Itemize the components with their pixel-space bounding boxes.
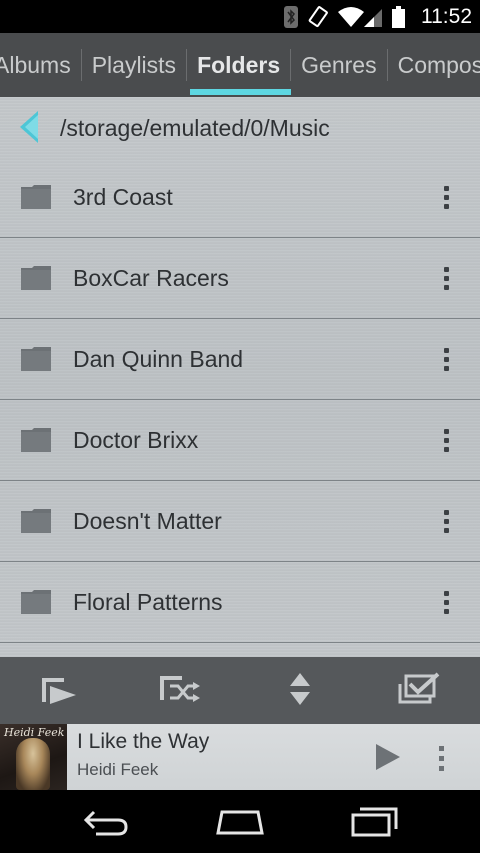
overflow-menu-icon[interactable] (436, 503, 456, 539)
tab-composers[interactable]: Composers (388, 33, 480, 97)
wifi-icon (338, 6, 364, 27)
overflow-menu-icon[interactable] (436, 422, 456, 458)
folder-name: Doesn't Matter (73, 508, 222, 534)
overflow-menu-icon[interactable] (436, 341, 456, 377)
back-button[interactable] (76, 804, 136, 840)
tab-playlists[interactable]: Playlists (82, 33, 186, 97)
status-bar: 11:52 (0, 0, 480, 33)
home-button[interactable] (210, 804, 270, 840)
list-item[interactable]: Dan Quinn Band (0, 319, 480, 400)
track-title: I Like the Way (77, 730, 210, 753)
folder-icon (21, 590, 51, 614)
folder-icon (21, 509, 51, 533)
clock: 11:52 (421, 4, 472, 28)
folder-name: 3rd Coast (73, 184, 173, 210)
signal-icon (364, 8, 382, 27)
folder-icon (21, 347, 51, 371)
now-playing-bar[interactable]: Heidi Feek I Like the Way Heidi Feek (0, 724, 480, 790)
rotate-icon (308, 5, 328, 27)
tab-genres[interactable]: Genres (291, 33, 386, 97)
action-bar (0, 657, 480, 724)
home-icon (216, 810, 264, 835)
list-item[interactable]: Floral Patterns (0, 562, 480, 643)
overflow-menu-icon[interactable] (436, 179, 456, 215)
play-folder-icon (42, 678, 76, 704)
tab-bar: Albums Playlists Folders Genres Composer… (0, 33, 480, 97)
track-artist: Heidi Feek (77, 760, 159, 779)
path-bar: /storage/emulated/0/Music (0, 97, 480, 159)
play-folder-button[interactable] (38, 669, 82, 709)
system-nav-bar (0, 790, 480, 853)
folder-icon (21, 266, 51, 290)
list-item[interactable]: BoxCar Racers (0, 238, 480, 319)
folder-list: 3rd Coast BoxCar Racers Dan Quinn Band D… (0, 157, 480, 643)
folder-name: BoxCar Racers (73, 265, 229, 291)
list-item[interactable]: 3rd Coast (0, 157, 480, 238)
list-item[interactable]: Doesn't Matter (0, 481, 480, 562)
tab-albums[interactable]: Albums (0, 33, 81, 97)
folder-browser: /storage/emulated/0/Music 3rd Coast BoxC… (0, 97, 480, 657)
back-icon (83, 810, 128, 836)
overflow-menu-icon[interactable] (436, 742, 446, 774)
shuffle-folder-icon (160, 676, 200, 702)
folder-icon (21, 185, 51, 209)
list-item[interactable]: Doctor Brixx (0, 400, 480, 481)
battery-icon (392, 5, 405, 28)
folder-name: Doctor Brixx (73, 427, 199, 453)
shuffle-folder-button[interactable] (158, 669, 202, 709)
recents-button[interactable] (344, 804, 404, 840)
sort-button[interactable] (278, 669, 322, 709)
folder-name: Dan Quinn Band (73, 346, 244, 372)
current-path: /storage/emulated/0/Music (60, 115, 330, 141)
recents-icon (351, 807, 398, 837)
folder-name: Floral Patterns (73, 589, 223, 615)
back-arrow-icon[interactable] (20, 111, 40, 143)
sort-icon (290, 673, 310, 705)
overflow-menu-icon[interactable] (436, 584, 456, 620)
select-button[interactable] (396, 669, 440, 709)
bluetooth-icon (284, 5, 298, 28)
select-icon (398, 672, 440, 704)
album-cover[interactable]: Heidi Feek (0, 724, 67, 790)
tab-folders[interactable]: Folders (187, 33, 290, 97)
folder-icon (21, 428, 51, 452)
overflow-menu-icon[interactable] (436, 260, 456, 296)
active-tab-indicator (190, 89, 291, 95)
play-icon[interactable] (376, 744, 400, 770)
